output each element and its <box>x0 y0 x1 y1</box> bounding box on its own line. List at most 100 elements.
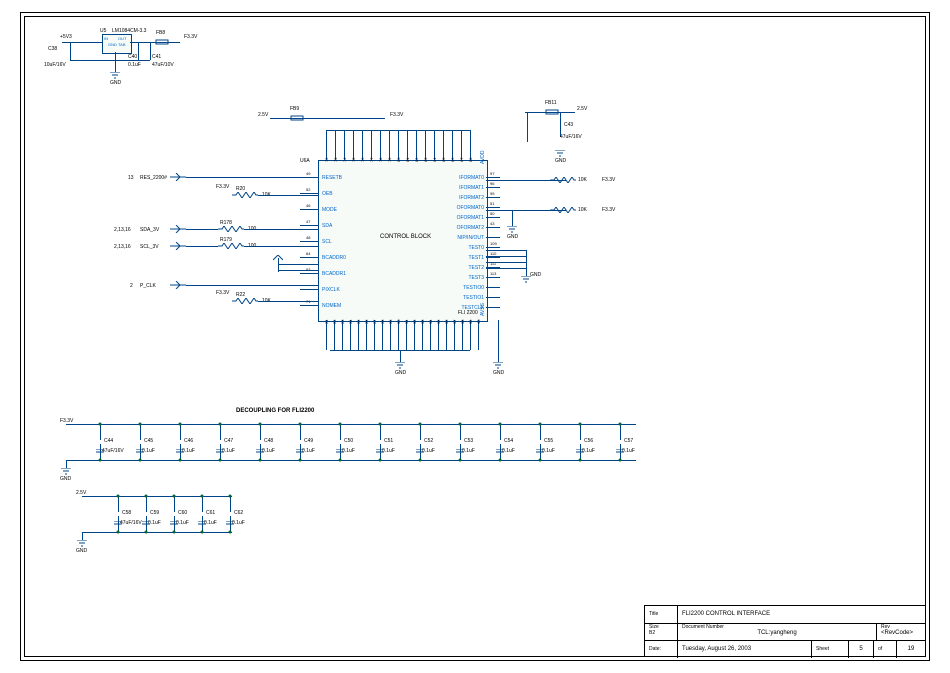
wire <box>300 193 318 194</box>
resistor-ifmt <box>550 177 576 183</box>
chip-pin-num: 73 <box>333 158 338 162</box>
chip-pin-num: 77 <box>369 158 374 162</box>
cap-ref: C51 <box>384 438 393 444</box>
cap-val: 47uF/16V <box>102 448 124 454</box>
junction-icon <box>499 423 502 426</box>
chip-pin-num: 79 <box>387 158 392 162</box>
wire <box>486 247 500 248</box>
wire <box>486 207 500 208</box>
chip-pin-num: 96 <box>490 181 494 186</box>
port-res-name: RES_2200# <box>140 175 167 181</box>
wire <box>414 320 415 350</box>
junction-icon <box>179 459 182 462</box>
r178-ref: R178 <box>220 220 232 226</box>
wire <box>486 227 500 228</box>
chip-pin-label: TEST0 <box>452 245 484 251</box>
pin-out: OUT <box>118 36 126 41</box>
junction-icon <box>379 459 382 462</box>
wire <box>82 532 232 533</box>
tb-docnum-lbl: Document Number <box>682 624 724 630</box>
junction-icon <box>339 459 342 462</box>
junction-icon <box>229 531 232 534</box>
chip-ref: U6A <box>300 158 310 164</box>
wire <box>580 424 581 440</box>
wire <box>350 320 351 350</box>
chip-pin-num: 37 <box>452 320 457 324</box>
chip-pin-num: 24 <box>348 320 353 324</box>
c43-ref: C43 <box>564 122 573 128</box>
schematic-page: +5V3 IN OUT GND TAB U5 LM1084CM-3.3 FB8 … <box>0 0 950 673</box>
wire <box>470 320 471 350</box>
cap-ref: C54 <box>504 438 513 444</box>
chip-pin-num: 26 <box>364 320 369 324</box>
wire <box>420 424 421 440</box>
port-scl-num: 2,13,16 <box>114 244 131 250</box>
wire <box>186 246 218 247</box>
junction-icon <box>139 459 142 462</box>
cap-val: 0.1uF <box>232 520 245 526</box>
wire <box>486 287 500 288</box>
gnd-icon <box>555 150 565 158</box>
port-pclk-name: P_CLK <box>140 283 156 289</box>
wire <box>258 195 318 196</box>
cap-ref: C46 <box>184 438 193 444</box>
cap-ref: C45 <box>144 438 153 444</box>
wire <box>500 424 501 440</box>
wire <box>244 246 318 247</box>
chip-pin-label: BCADDR1 <box>322 271 346 277</box>
wire <box>362 130 363 160</box>
cap-val: 0.1uF <box>302 448 315 454</box>
junction-icon <box>459 423 462 426</box>
chip-pin-num: 22 <box>332 320 337 324</box>
cap-val: 0.1uF <box>204 520 217 526</box>
junction-icon <box>179 423 182 426</box>
gnd-fb11: GND <box>555 158 566 164</box>
r20-ref: R20 <box>236 186 245 192</box>
wire <box>461 130 462 160</box>
wire <box>400 350 401 362</box>
wire <box>398 320 399 350</box>
chip-pin-label: IFORMAT2 <box>452 195 484 201</box>
chip-pin-num: 35 <box>436 320 441 324</box>
c40-val: 0.1uF <box>128 62 141 68</box>
chip-pin-num: 21 <box>324 320 329 324</box>
port-arrow-icon <box>170 173 186 181</box>
wire <box>620 424 621 440</box>
junction-icon <box>201 531 204 534</box>
pin-tab: TAB <box>118 42 125 47</box>
wire <box>244 229 318 230</box>
chip-pin-num: 80 <box>396 158 401 162</box>
wire <box>202 496 203 512</box>
chip-pin-label: NOMEM <box>322 303 341 309</box>
junction-icon <box>173 495 176 498</box>
wire <box>140 424 141 440</box>
junction-icon <box>219 459 222 462</box>
cap-ref: C60 <box>178 510 187 516</box>
cap-val: 0.1uF <box>502 448 515 454</box>
wire <box>512 210 513 226</box>
fb11-ref: FB11 <box>545 100 557 106</box>
chip-pin-num: 88 <box>468 158 473 162</box>
chip-pin-num: 38 <box>460 320 465 324</box>
chip-pin-num: 72 <box>324 158 329 162</box>
cap-ref: C55 <box>544 438 553 444</box>
decoupling-title: DECOUPLING FOR FLI2200 <box>236 408 314 414</box>
cap-ref: C59 <box>150 510 159 516</box>
port-arrow-icon <box>170 225 186 233</box>
wire <box>70 42 71 60</box>
port-pclk-num: 2 <box>130 283 133 289</box>
wire <box>305 118 385 119</box>
wire <box>340 424 341 440</box>
pin-gnd: GND <box>108 42 117 47</box>
wire <box>342 320 343 350</box>
tb-date-lbl: Date: <box>645 641 678 658</box>
chip-pin-num: 40 <box>476 320 481 324</box>
chip-pin-num: 83 <box>423 158 428 162</box>
chip-pin-num: 78 <box>378 158 383 162</box>
wire <box>452 130 453 160</box>
chip-pin-num: 47 <box>306 219 310 224</box>
junction-icon <box>99 459 102 462</box>
junction-icon <box>173 531 176 534</box>
wire <box>344 130 345 160</box>
chip-pin-label: TESTCLK <box>452 305 484 311</box>
